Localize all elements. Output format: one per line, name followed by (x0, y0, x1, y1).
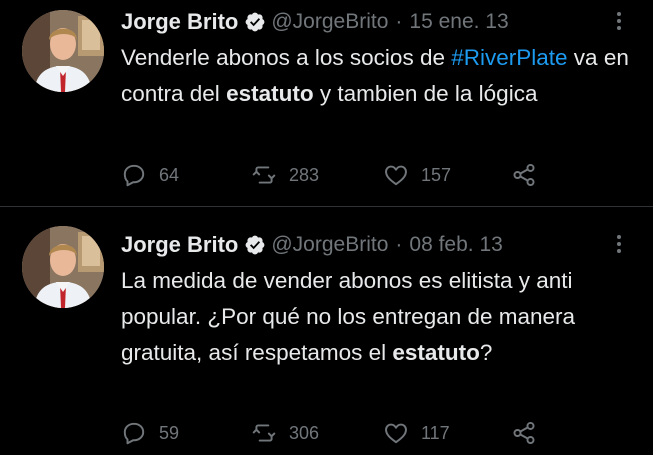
reply-button[interactable]: 64 (121, 160, 179, 190)
avatar[interactable] (22, 10, 104, 92)
retweet-count: 283 (289, 164, 320, 185)
avatar-icon (22, 10, 104, 92)
avatar[interactable] (22, 226, 104, 308)
heart-icon (385, 165, 407, 186)
retweet-icon (252, 166, 276, 184)
hashtag-link[interactable]: #RiverPlate (451, 45, 567, 70)
tweet-actions: 64 283 157 (121, 160, 551, 190)
tweet-date[interactable]: 15 ene. 13 (409, 10, 508, 34)
separator-dot: · (395, 10, 403, 33)
share-icon (513, 421, 535, 445)
share-icon (513, 163, 535, 187)
reply-icon (123, 422, 145, 445)
retweet-count: 306 (289, 422, 320, 443)
share-button[interactable] (511, 418, 549, 448)
tweet-text: La medida de vender abonos es elitista y… (121, 268, 576, 365)
more-options-icon[interactable] (609, 9, 629, 33)
reply-count: 64 (159, 164, 180, 185)
tweet-header: Jorge Brito @JorgeBrito · 08 feb. 13 (121, 229, 629, 261)
like-count: 157 (421, 164, 452, 185)
like-count: 117 (421, 422, 450, 443)
author-name[interactable]: Jorge Brito (121, 9, 238, 35)
like-button[interactable]: 157 (383, 160, 451, 190)
separator-dot: · (395, 233, 403, 256)
share-button[interactable] (511, 160, 549, 190)
more-options-icon[interactable] (609, 232, 629, 256)
tweet-text: Venderle abonos a los socios de #RiverPl… (121, 45, 629, 106)
reply-count: 59 (159, 422, 180, 443)
tweet[interactable]: Jorge Brito @JorgeBrito · 15 ene. 13 Ven… (0, 0, 653, 206)
reply-icon (123, 164, 145, 187)
tweet-date[interactable]: 08 feb. 13 (409, 233, 502, 257)
reply-button[interactable]: 59 (121, 418, 179, 448)
like-button[interactable]: 117 (383, 418, 450, 448)
author-name[interactable]: Jorge Brito (121, 232, 238, 258)
tweet-header: Jorge Brito @JorgeBrito · 15 ene. 13 (121, 6, 629, 38)
verified-badge-icon (245, 12, 265, 32)
avatar-icon (22, 226, 104, 308)
tweet[interactable]: Jorge Brito @JorgeBrito · 08 feb. 13 La … (0, 207, 653, 455)
verified-badge-icon (245, 235, 265, 255)
author-handle[interactable]: @JorgeBrito (271, 233, 388, 257)
tweet-actions: 59 306 117 (121, 418, 551, 448)
retweet-button[interactable]: 306 (251, 418, 319, 448)
heart-icon (385, 423, 407, 444)
retweet-icon (252, 424, 276, 442)
author-handle[interactable]: @JorgeBrito (271, 10, 388, 34)
retweet-button[interactable]: 283 (251, 160, 319, 190)
